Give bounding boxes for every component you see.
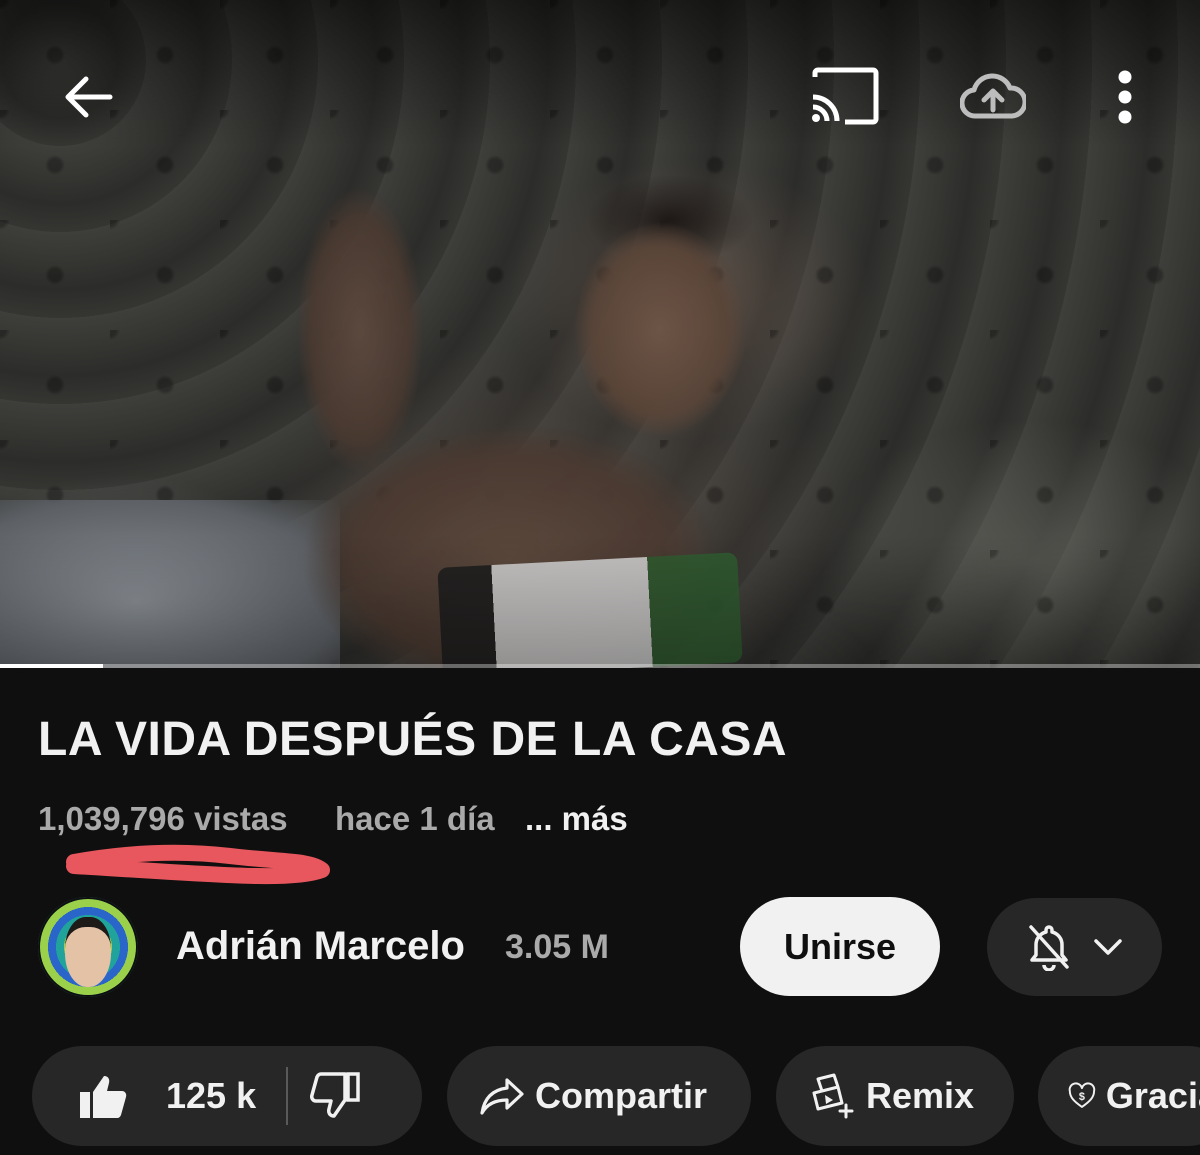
avatar-face xyxy=(65,917,111,987)
cast-button[interactable] xyxy=(803,57,883,137)
video-title: LA VIDA DESPUÉS DE LA CASA xyxy=(38,713,788,766)
cloud-upload-icon xyxy=(960,73,1026,119)
bell-off-icon xyxy=(1028,925,1069,971)
more-vert-icon xyxy=(1118,70,1132,124)
remix-label: Remix xyxy=(866,1075,975,1116)
view-count: 1,039,796 vistas xyxy=(38,800,288,837)
thanks-label: Gracias xyxy=(1105,1075,1200,1116)
share-label: Compartir xyxy=(535,1075,708,1116)
video-player[interactable] xyxy=(0,0,1200,668)
share-icon xyxy=(480,1078,524,1115)
more-options-button[interactable] xyxy=(1085,57,1165,137)
dislike-button[interactable] xyxy=(310,1072,360,1120)
arrow-left-icon xyxy=(65,76,113,118)
upload-button[interactable] xyxy=(953,57,1033,137)
progress-bar[interactable] xyxy=(0,664,1200,668)
more-description-link[interactable]: ... más xyxy=(525,800,628,838)
remix-icon xyxy=(812,1073,854,1119)
like-dislike-group: 125 k xyxy=(32,1046,422,1146)
thumbs-up-icon xyxy=(80,1076,127,1118)
remix-button[interactable]: Remix xyxy=(776,1046,1014,1146)
upload-date: hace 1 día xyxy=(335,800,495,837)
channel-avatar[interactable] xyxy=(38,897,138,997)
notification-button[interactable] xyxy=(987,898,1162,996)
progress-bar-fill xyxy=(0,664,104,668)
channel-name[interactable]: Adrián Marcelo xyxy=(176,924,465,969)
back-button[interactable] xyxy=(48,57,128,137)
share-button[interactable]: Compartir xyxy=(447,1046,751,1146)
join-button[interactable]: Unirse xyxy=(740,897,940,996)
super-thanks-icon: $ xyxy=(1068,1082,1096,1108)
chevron-down-icon xyxy=(1093,939,1122,955)
like-button[interactable] xyxy=(78,1072,128,1120)
like-count[interactable]: 125 k xyxy=(166,1075,256,1117)
cast-icon xyxy=(812,67,879,125)
subscriber-count: 3.05 M xyxy=(505,928,609,966)
thanks-button[interactable]: $ Gracias xyxy=(1038,1046,1200,1146)
like-divider xyxy=(286,1067,289,1125)
red-underline-annotation xyxy=(66,844,330,885)
svg-text:$: $ xyxy=(1079,1091,1085,1103)
thumbs-down-icon xyxy=(310,1072,360,1118)
